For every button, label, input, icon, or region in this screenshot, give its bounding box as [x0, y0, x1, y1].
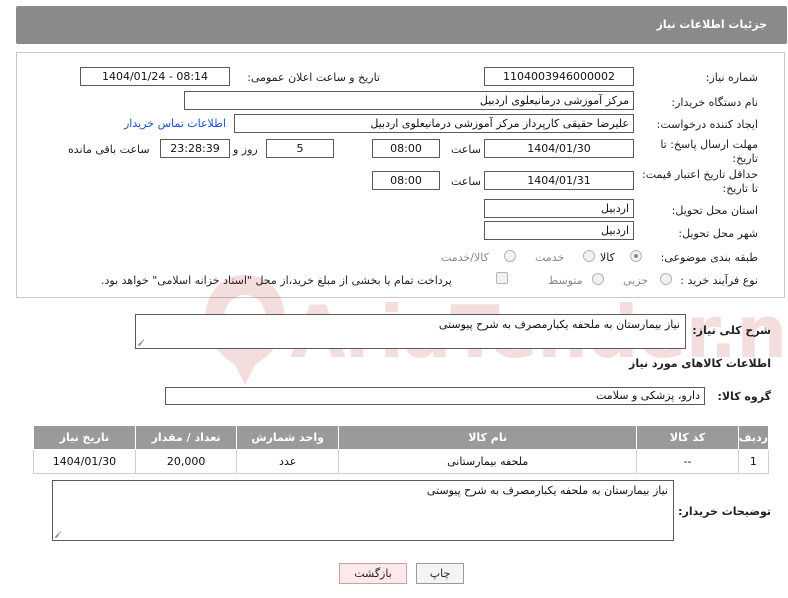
back-button[interactable]: بازگشت: [339, 563, 407, 584]
price-validity-label-1: حداقل تاریخ اعتبار قیمت:: [642, 168, 758, 181]
treasury-payment-checkbox[interactable]: [496, 272, 508, 284]
need-number-label: شماره نیاز:: [705, 71, 758, 84]
category-goods-service-radio[interactable]: [504, 250, 516, 262]
cell-quantity: 20,000: [134, 449, 238, 474]
reply-deadline-time-label: ساعت: [451, 143, 481, 156]
description-textarea: نیاز بیمارستان به ملحفه یکبارمصرف به شرح…: [135, 314, 686, 349]
resize-grip-icon[interactable]: [55, 531, 62, 538]
page-title: جزئیات اطلاعات نیاز: [656, 18, 768, 31]
requester-label: ایجاد کننده درخواست:: [656, 118, 758, 131]
reply-days-field: 5: [266, 139, 334, 158]
print-button[interactable]: چاپ: [416, 563, 464, 584]
category-goods-label: کالا: [600, 251, 615, 264]
category-goods-radio[interactable]: [630, 250, 642, 262]
price-validity-label-2: تا تاریخ:: [722, 182, 758, 195]
treasury-payment-note: پرداخت تمام یا بخشی از مبلغ خرید،از محل …: [101, 274, 452, 287]
buyer-notes-text: نیاز بیمارستان به ملحفه یکبارمصرف به شرح…: [426, 484, 668, 497]
process-medium-radio[interactable]: [592, 273, 604, 285]
delivery-city-label: شهر محل تحویل:: [678, 227, 758, 240]
resize-grip-icon[interactable]: [138, 339, 145, 346]
buyer-notes-textarea: نیاز بیمارستان به ملحفه یکبارمصرف به شرح…: [52, 480, 674, 541]
cell-need-date: 1404/01/30: [33, 449, 136, 474]
process-minor-radio[interactable]: [660, 273, 672, 285]
buyer-org-label: نام دستگاه خریدار:: [671, 96, 758, 109]
col-row-number-header: ردیف: [737, 425, 770, 450]
col-need-date-header: تاریخ نیاز: [33, 425, 136, 450]
col-item-code-header: کد کالا: [636, 425, 739, 450]
process-minor-label: جزیی: [623, 274, 649, 287]
process-medium-label: متوسط: [548, 274, 583, 287]
reply-days-label: روز و: [233, 143, 258, 156]
goods-section-title: اطلاعات کالاهای مورد نیاز: [629, 357, 771, 370]
delivery-province-label: استان محل تحویل:: [671, 204, 758, 217]
col-quantity-header: تعداد / مقدار: [134, 425, 238, 450]
col-item-name-header: نام کالا: [337, 425, 638, 450]
category-goods-service-label: کالا/خدمت: [441, 251, 489, 264]
goods-table-header-row: ردیف کد کالا نام کالا واحد شمارش تعداد /…: [33, 425, 770, 450]
reply-deadline-label-2: تاریخ:: [732, 152, 758, 165]
reply-deadline-time-field: 08:00: [372, 139, 440, 158]
goods-group-label: گروه کالا:: [717, 390, 771, 403]
cell-item-name: ملحفه بیمارستانی: [337, 449, 638, 474]
col-unit-header: واحد شمارش: [236, 425, 339, 450]
price-validity-date-field: 1404/01/31: [484, 171, 634, 190]
table-row: 1 -- ملحفه بیمارستانی عدد 20,000 1404/01…: [33, 449, 770, 474]
buyer-contact-link[interactable]: اطلاعات تماس خریدار: [124, 117, 226, 130]
delivery-city-field: اردبیل: [484, 221, 634, 240]
cell-item-code: --: [636, 449, 739, 474]
buyer-org-field: مرکز آموزشی درمانیعلوی اردبیل: [184, 91, 634, 110]
price-validity-time-field: 08:00: [372, 171, 440, 190]
category-label: طبقه بندی موضوعی:: [660, 251, 758, 264]
description-label: شرح کلی نیاز:: [692, 324, 771, 337]
category-service-label: خدمت: [535, 251, 565, 264]
delivery-province-field: اردبیل: [484, 199, 634, 218]
category-service-radio[interactable]: [583, 250, 595, 262]
need-number-field: 1104003946000002: [484, 67, 634, 86]
reply-deadline-date-field: 1404/01/30: [484, 139, 634, 158]
goods-group-field: دارو، پزشکی و سلامت: [165, 387, 705, 405]
purchase-process-label: نوع فرآیند خرید :: [680, 274, 758, 287]
requester-field: علیرضا حقیقی کارپرداز مرکز آموزشی درمانی…: [234, 114, 634, 133]
cell-unit: عدد: [236, 449, 339, 474]
price-validity-time-label: ساعت: [451, 175, 481, 188]
page-header: جزئیات اطلاعات نیاز: [16, 6, 787, 44]
buyer-notes-label: توضیحات خریدار:: [678, 505, 771, 518]
announce-datetime-label: تاریخ و ساعت اعلان عمومی:: [247, 71, 380, 84]
remaining-time-label: ساعت باقی مانده: [68, 143, 150, 156]
remaining-time-field: 23:28:39: [160, 139, 230, 158]
goods-table: ردیف کد کالا نام کالا واحد شمارش تعداد /…: [33, 425, 770, 474]
announce-datetime-field: 1404/01/24 - 08:14: [80, 67, 230, 86]
reply-deadline-label-1: مهلت ارسال پاسخ: تا: [660, 138, 758, 151]
description-text: نیاز بیمارستان به ملحفه یکبارمصرف به شرح…: [438, 318, 680, 331]
cell-row-number: 1: [737, 449, 770, 474]
